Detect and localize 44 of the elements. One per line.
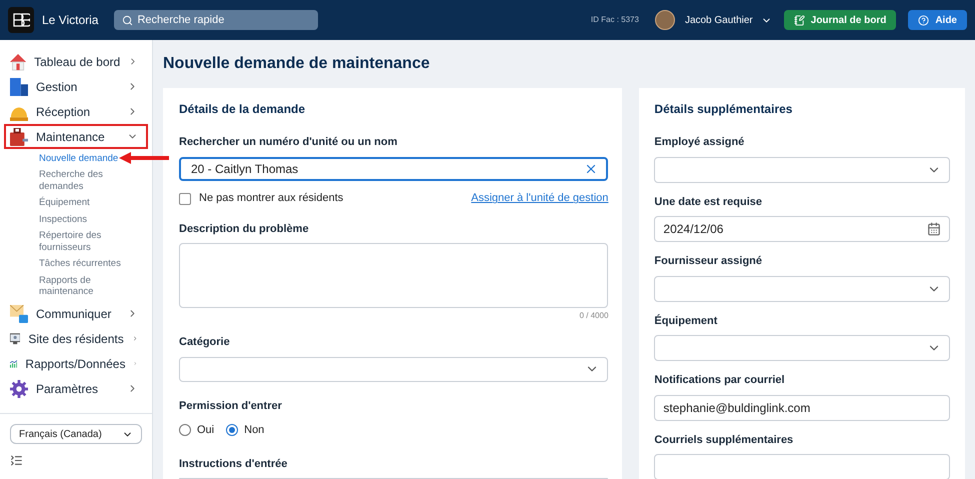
field-label: Rechercher un numéro d'unité ou un nom <box>179 135 398 150</box>
radio-option[interactable]: Non <box>226 422 264 438</box>
field-label: Courriels supplémentaires <box>654 432 794 448</box>
date-field[interactable]: 2024/12/06 <box>654 216 950 242</box>
logbook-button[interactable]: Journal de bord <box>784 10 896 30</box>
facility-id: ID Fac : 5373 <box>590 14 639 26</box>
submenu-item[interactable]: Équipement <box>39 196 90 210</box>
sidebar-item[interactable]: Site des résidents <box>4 326 148 351</box>
submenu-item[interactable]: Nouvelle demande <box>39 151 118 166</box>
submenu-item[interactable]: Répertoire des fournisseurs <box>39 228 147 254</box>
search-field[interactable]: Recherche rapide <box>114 10 318 30</box>
field-label: Description du problème <box>179 222 310 237</box>
user-name[interactable]: Jacob Gauthier <box>684 12 753 28</box>
field-label: Équipement <box>654 313 718 328</box>
assign-link[interactable]: Assigner à l'unité de gestion <box>471 190 608 207</box>
card-title: Détails de la demande <box>179 101 306 118</box>
sidebar-item[interactable]: Paramètres <box>4 376 148 401</box>
radio-option[interactable]: Oui <box>179 422 214 438</box>
page-title: Nouvelle demande de maintenance <box>163 54 431 74</box>
field-label: Employé assigné <box>654 135 746 150</box>
sidebar-item[interactable]: Rapports/Données <box>4 351 148 376</box>
help-button[interactable]: Aide <box>908 10 967 30</box>
submenu-item[interactable]: Recherche des demandes <box>39 168 147 194</box>
field-label: Instructions d'entrée <box>179 456 288 472</box>
field-label: Permission d'entrer <box>179 398 283 414</box>
field-label: Fournisseur assigné <box>654 254 763 269</box>
field-label: Une date est requise <box>654 194 763 210</box>
checkbox-label: Ne pas montrer aux résidents <box>199 191 344 206</box>
field-label: Notifications par courriel <box>654 373 786 388</box>
language-dropdown[interactable]: Français (Canada) <box>10 424 142 444</box>
character-counter: 0 / 4000 <box>579 310 608 322</box>
sidebar-item[interactable]: Tableau de bord <box>4 49 148 74</box>
sidebar-item[interactable]: Réception <box>4 99 148 124</box>
card-title: Détails supplémentaires <box>654 101 794 118</box>
brand-name: Le Victoria <box>42 12 98 29</box>
sidebar-item[interactable]: Communiquer <box>4 301 148 326</box>
submenu-item[interactable]: Rapports de maintenance <box>39 273 147 299</box>
sidebar-item[interactable]: Gestion <box>4 74 148 99</box>
input-field[interactable]: stephanie@buldinglink.com <box>654 394 950 420</box>
sidebar-item[interactable]: Maintenance <box>4 124 148 149</box>
submenu-item[interactable]: Tâches récurrentes <box>39 256 121 271</box>
field-label: Catégorie <box>179 335 231 350</box>
submenu-item[interactable]: Inspections <box>39 212 88 226</box>
unit-search-field[interactable]: 20 - Caitlyn Thomas <box>179 156 608 182</box>
